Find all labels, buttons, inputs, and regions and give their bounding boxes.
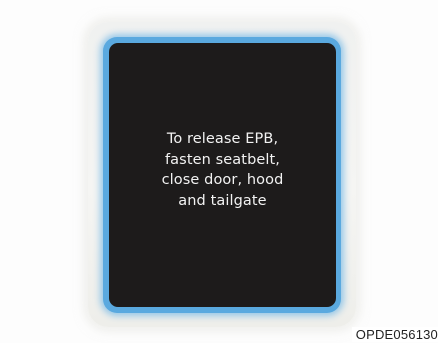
message-line: To release EPB, [166, 131, 279, 147]
figure-code-label: OPDE056130 [351, 327, 438, 342]
message-line: and tailgate [178, 192, 267, 209]
cluster-display-screen: To release EPB, fasten seatbelt, close d… [109, 43, 336, 307]
figure-canvas: To release EPB, fasten seatbelt, close d… [0, 0, 438, 343]
epb-warning-message: To release EPB, fasten seatbelt, close d… [123, 129, 323, 211]
message-line: fasten seatbelt, [164, 151, 281, 168]
message-line: close door, hood [161, 172, 284, 188]
